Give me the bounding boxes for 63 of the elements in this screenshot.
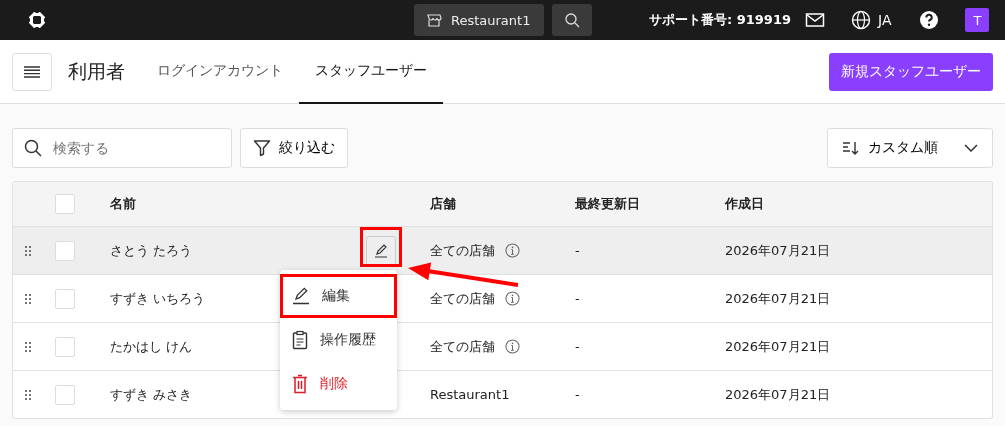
chevron-down-icon	[964, 144, 978, 152]
created-cell-text: 2026年07月21日	[725, 385, 832, 404]
column-header: 作成日	[725, 195, 765, 213]
storefront-icon	[426, 12, 442, 28]
created-cell-text: 2026年07月21日	[725, 337, 832, 356]
name-cell: すずき いちろう	[110, 289, 206, 308]
sort-icon	[842, 140, 860, 156]
menu-icon	[24, 65, 40, 78]
clipboard-icon	[292, 330, 308, 350]
updated-cell-text: -	[575, 339, 581, 354]
row-checkbox[interactable]	[55, 336, 75, 357]
menu-button[interactable]	[12, 52, 52, 91]
store-cell: 全ての店舗	[430, 289, 495, 308]
help-icon[interactable]	[919, 10, 940, 30]
drag-handle-icon[interactable]	[25, 293, 31, 304]
select-all-checkbox[interactable]	[55, 194, 75, 214]
user-avatar[interactable]: T	[965, 8, 990, 32]
column-header: 名前	[110, 195, 137, 213]
row-checkbox[interactable]	[55, 384, 75, 405]
drag-handle-icon[interactable]	[25, 389, 31, 400]
edit-button[interactable]	[366, 235, 396, 266]
name-cell: すずき みさき	[110, 385, 193, 404]
page-title: 利用者	[68, 58, 125, 84]
drag-handle-icon[interactable]	[25, 245, 31, 256]
row-checkbox[interactable]	[55, 288, 75, 309]
name-cell: さとう たろう	[110, 241, 193, 260]
pencil-icon	[374, 243, 388, 258]
drag-handle-icon[interactable]	[25, 341, 31, 352]
search-button[interactable]	[552, 4, 592, 36]
table-row[interactable]: さとう たろう 全ての店舗 - 2026年07月21日	[13, 226, 992, 274]
new-staff-user-button[interactable]: 新規スタッフユーザー	[829, 52, 993, 91]
store-cell: 全ての店舗	[430, 241, 495, 260]
search-icon	[564, 12, 580, 28]
column-header: 店舗	[430, 195, 457, 213]
tab[interactable]: スタッフユーザー	[299, 39, 443, 104]
row-checkbox[interactable]	[55, 240, 75, 261]
language-button[interactable]: JA	[851, 10, 892, 30]
updated-cell-text: -	[575, 243, 581, 258]
created-cell-text: 2026年07月21日	[725, 241, 832, 260]
info-icon[interactable]	[505, 291, 520, 306]
store-cell: Restaurant1	[430, 387, 510, 402]
tab[interactable]: ログインアカウント	[141, 39, 299, 104]
store-cell: 全ての店舗	[430, 337, 495, 356]
column-header: 最終更新日	[575, 195, 641, 213]
globe-icon	[851, 10, 871, 30]
info-icon[interactable]	[505, 339, 520, 354]
mail-icon[interactable]	[805, 12, 825, 28]
updated-cell-text: -	[575, 387, 581, 402]
info-icon[interactable]	[505, 243, 520, 258]
created-cell-text: 2026年07月21日	[725, 289, 832, 308]
menu-item[interactable]: 編集	[280, 274, 397, 318]
highlight-box	[360, 227, 402, 267]
search-icon	[24, 139, 42, 157]
name-cell: たかはし けん	[110, 337, 193, 356]
store-selector[interactable]: Restaurant1	[414, 4, 544, 36]
search-field[interactable]: 検索する	[12, 128, 232, 168]
sort-dropdown[interactable]: カスタム順	[827, 128, 993, 168]
filter-icon	[253, 139, 271, 157]
filter-button[interactable]: 絞り込む	[240, 128, 348, 168]
trash-icon	[292, 374, 308, 394]
support-number: サポート番号: 919919	[649, 11, 791, 29]
pencil-icon	[292, 287, 310, 305]
updated-cell-text: -	[575, 291, 581, 306]
